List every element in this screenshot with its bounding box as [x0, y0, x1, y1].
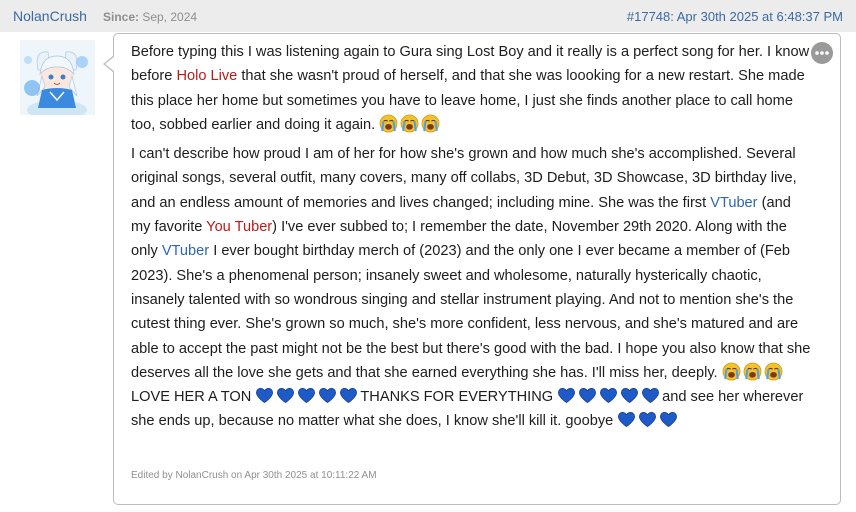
avatar[interactable] [20, 40, 95, 115]
blue-heart-emoji-icon [641, 386, 660, 405]
bubble-arrow-inner [105, 57, 114, 71]
avatar-image [20, 40, 95, 115]
blue-heart-emoji-icon [638, 410, 657, 429]
post-text: e [605, 413, 618, 430]
loudly-crying-face-emoji-icon [764, 362, 783, 381]
loudly-crying-face-emoji-icon [722, 362, 741, 381]
post-permalink[interactable]: #17748: Apr 30th 2025 at 6:48:37 PM [627, 9, 843, 24]
wiki-link-vtuber[interactable]: VTuber [710, 195, 757, 211]
edited-note: Edited by NolanCrush on Apr 30th 2025 at… [131, 470, 377, 481]
wiki-link-vtuber[interactable]: VTuber [162, 243, 209, 259]
loudly-crying-face-emoji-icon [743, 362, 762, 381]
blue-heart-emoji-icon [339, 386, 358, 405]
member-since: Since: Sep, 2024 [103, 10, 197, 24]
post-paragraph-1: Before typing this I was listening again… [131, 40, 813, 137]
post-text: I can't describe how proud I am of her f… [131, 146, 797, 211]
blue-heart-emoji-icon [557, 386, 576, 405]
since-label: Since: [103, 10, 140, 24]
blue-heart-emoji-icon [318, 386, 337, 405]
post-body: Before typing this I was listening again… [113, 33, 841, 505]
since-date: Sep, 2024 [142, 10, 198, 24]
username-link[interactable]: NolanCrush [13, 8, 87, 24]
post-text: THANKS FOR EVERYTHING [360, 389, 558, 406]
post-text: I ever bought birthday merch of (2023) a… [131, 243, 811, 381]
blue-heart-emoji-icon [297, 386, 316, 405]
post-header: NolanCrush Since: Sep, 2024 #17748: Apr … [0, 0, 856, 32]
wiki-link-youtuber[interactable]: You Tuber [206, 219, 272, 235]
loudly-crying-face-emoji-icon [421, 114, 440, 133]
loudly-crying-face-emoji-icon [400, 114, 419, 133]
blue-heart-emoji-icon [659, 410, 678, 429]
post-content: Before typing this I was listening again… [131, 40, 813, 439]
post-text: LOVE HER A TON [131, 389, 256, 406]
more-options-button[interactable] [811, 42, 833, 64]
blue-heart-emoji-icon [255, 386, 274, 405]
blue-heart-emoji-icon [276, 386, 295, 405]
blue-heart-emoji-icon [620, 386, 639, 405]
post-paragraph-2: I can't describe how proud I am of her f… [131, 142, 813, 434]
wiki-link-holo-live[interactable]: Holo Live [176, 68, 237, 84]
blue-heart-emoji-icon [617, 410, 636, 429]
blue-heart-emoji-icon [578, 386, 597, 405]
blue-heart-emoji-icon [599, 386, 618, 405]
more-options-icon [815, 51, 829, 55]
loudly-crying-face-emoji-icon [379, 114, 398, 133]
